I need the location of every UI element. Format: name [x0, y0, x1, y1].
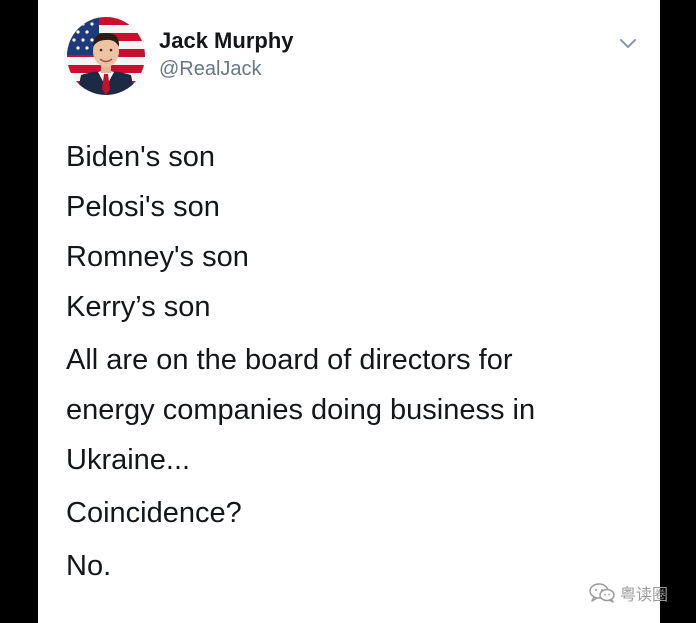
tweet-line: Kerry’s son — [66, 291, 211, 323]
tweet-card: Jack Murphy @RealJack Biden's son Pelosi… — [38, 0, 660, 623]
tweet-line: energy companies doing business in — [66, 394, 536, 426]
tweet-line: No. — [66, 550, 112, 582]
avatar-image — [67, 17, 145, 95]
tweet-line: Pelosi's son — [66, 191, 220, 223]
tweet-line: Coincidence? — [66, 497, 242, 529]
tweet-text: Biden's son Pelosi's son Romney's son Ke… — [66, 132, 646, 591]
watermark-text: 粤读圈 — [620, 585, 669, 604]
tweet-line: All are on the board of directors for — [66, 344, 513, 376]
chevron-down-icon[interactable] — [616, 34, 640, 54]
wechat-icon — [589, 583, 615, 603]
tweet-line: Ukraine... — [66, 444, 191, 476]
watermark: 粤读圈 — [588, 580, 668, 606]
author-name[interactable]: Jack Murphy — [159, 28, 294, 54]
tweet-line: Romney's son — [66, 241, 249, 273]
avatar[interactable] — [67, 17, 145, 95]
tweet-line: Biden's son — [66, 141, 216, 173]
author-handle[interactable]: @RealJack — [159, 58, 262, 81]
